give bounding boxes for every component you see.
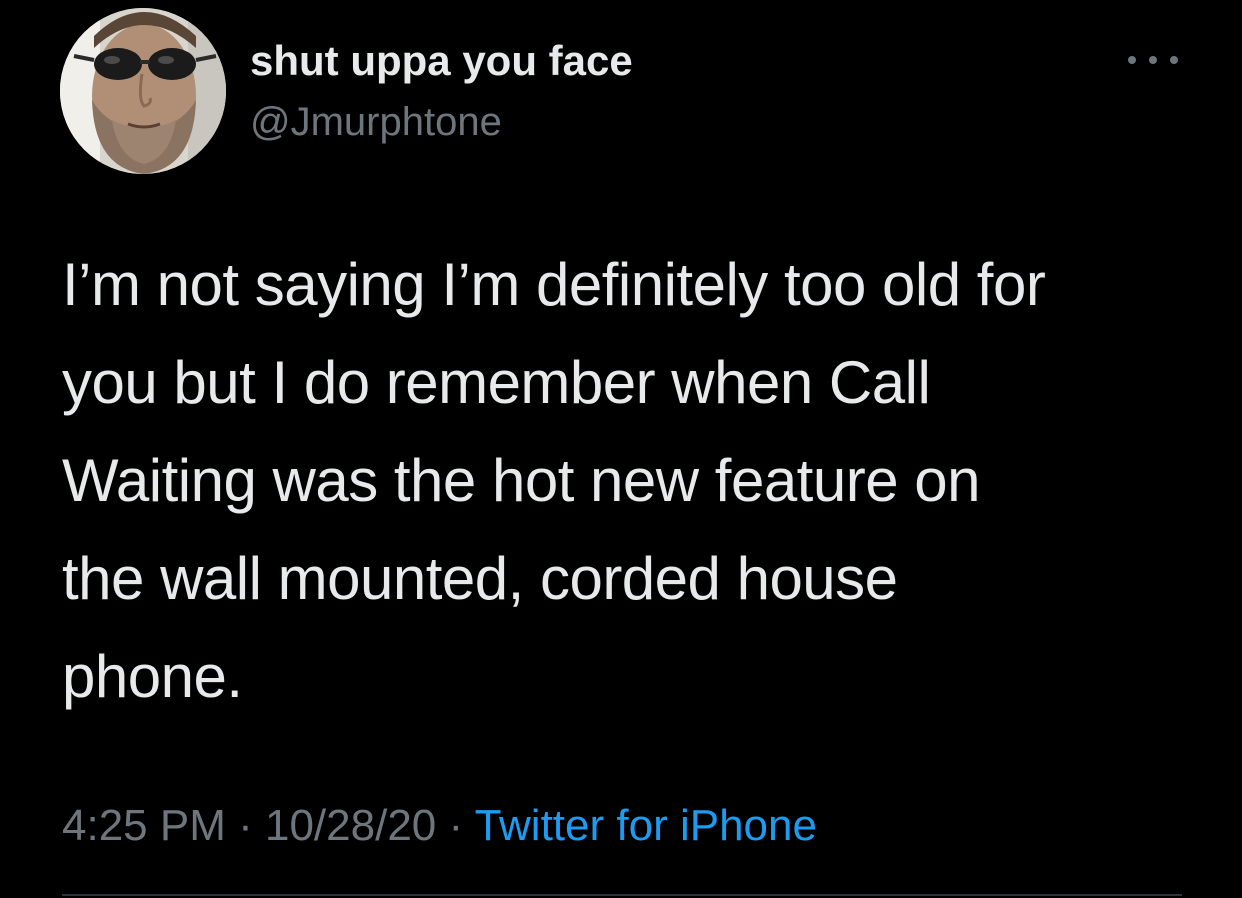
tweet-text-line: I’m not saying I’m definitely too old fo… bbox=[62, 251, 1046, 318]
tweet-detail-view: shut uppa you face @Jmurphtone I’m not s… bbox=[0, 0, 1242, 898]
tweet-text: I’m not saying I’m definitely too old fo… bbox=[62, 236, 1182, 726]
avatar-image bbox=[60, 8, 226, 174]
tweet-date[interactable]: 10/28/20 bbox=[265, 801, 436, 850]
tweet-text-line: phone. bbox=[62, 643, 243, 710]
meta-separator: · bbox=[225, 801, 265, 850]
author-display-name[interactable]: shut uppa you face bbox=[250, 36, 633, 86]
more-dot bbox=[1128, 56, 1136, 64]
tweet-source-link[interactable]: Twitter for iPhone bbox=[475, 801, 817, 850]
author-handle[interactable]: @Jmurphtone bbox=[250, 98, 502, 146]
tweet-metadata: 4:25 PM · 10/28/20 · Twitter for iPhone bbox=[62, 800, 817, 852]
divider bbox=[62, 894, 1182, 896]
more-dot bbox=[1170, 56, 1178, 64]
tweet-text-line: you but I do remember when Call bbox=[62, 349, 931, 416]
tweet-text-line: Waiting was the hot new feature on bbox=[62, 447, 980, 514]
more-options-icon[interactable] bbox=[1128, 50, 1178, 70]
meta-separator: · bbox=[436, 801, 475, 850]
tweet-text-line: the wall mounted, corded house bbox=[62, 545, 898, 612]
author-avatar[interactable] bbox=[60, 8, 226, 174]
tweet-time[interactable]: 4:25 PM bbox=[62, 801, 226, 850]
more-dot bbox=[1149, 56, 1157, 64]
